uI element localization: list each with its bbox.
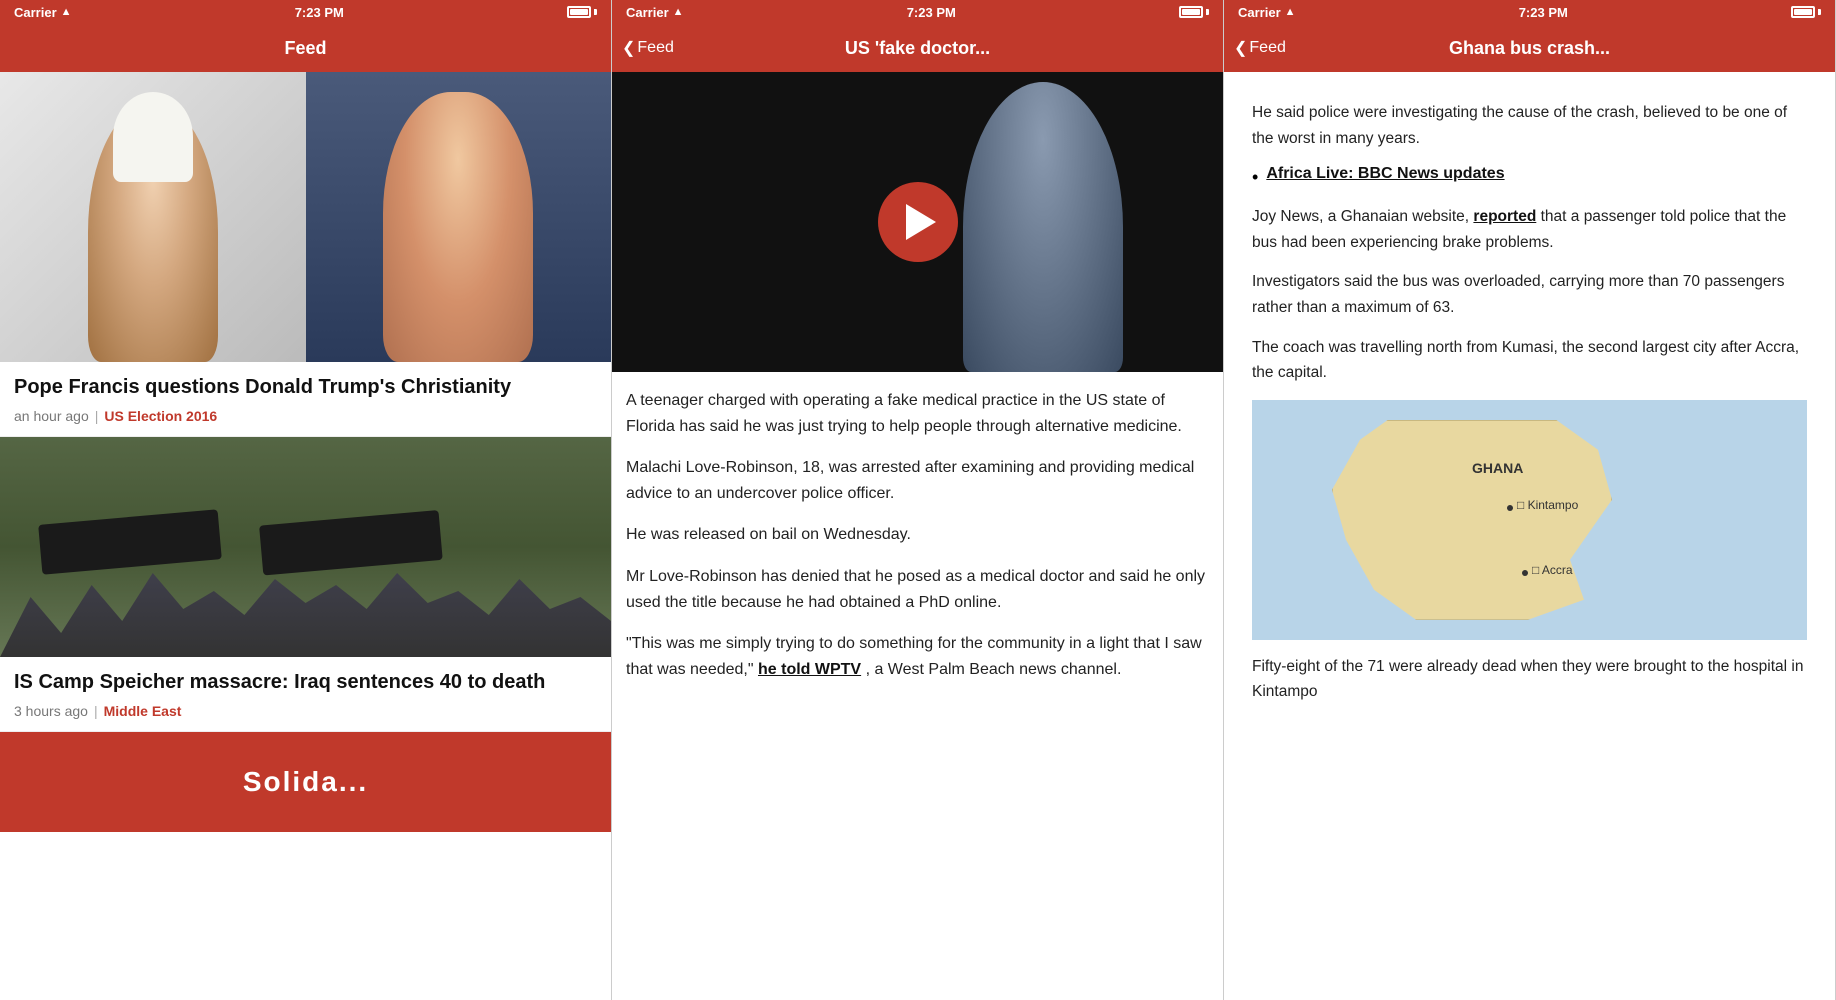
chevron-left-icon-ghana: ❮ — [1234, 38, 1247, 58]
article-headline-iraq: IS Camp Speicher massacre: Iraq sentence… — [14, 669, 597, 695]
status-bar-1: Carrier ▲ 7:23 PM — [0, 0, 611, 24]
battery-icon-3 — [1791, 6, 1815, 18]
bullet-africa-live: • Africa Live: BBC News updates — [1252, 165, 1807, 190]
solidarity-text: Solida... — [243, 766, 368, 798]
article-time-pope: an hour ago — [14, 408, 89, 424]
nav-title-feed: Feed — [284, 38, 326, 59]
back-label-ghana: Feed — [1249, 39, 1285, 57]
paragraph-3: He was released on bail on Wednesday. — [626, 522, 1209, 548]
news-item-pope[interactable]: Pope Francis questions Donald Trump's Ch… — [0, 362, 611, 437]
back-button-ghana[interactable]: ❮ Feed — [1234, 38, 1286, 58]
news-item-iraq[interactable]: IS Camp Speicher massacre: Iraq sentence… — [0, 657, 611, 732]
status-bar-3: Carrier ▲ 7:23 PM — [1224, 0, 1835, 24]
ghana-article-content[interactable]: He said police were investigating the ca… — [1224, 72, 1835, 1000]
hero-images[interactable] — [0, 72, 611, 362]
nav-bar-ghana: ❮ Feed Ghana bus crash... — [1224, 24, 1835, 72]
nav-bar-feed: Feed — [0, 24, 611, 72]
paragraph-1: A teenager charged with operating a fake… — [626, 388, 1209, 439]
map-label-accra: □ Accra — [1532, 563, 1573, 577]
chevron-left-icon: ❮ — [622, 38, 635, 58]
panel-article-ghana: Carrier ▲ 7:23 PM ❮ Feed Ghana bus crash… — [1224, 0, 1836, 1000]
paragraph-5: "This was me simply trying to do somethi… — [626, 631, 1209, 682]
solidarity-banner[interactable]: Solida... — [0, 732, 611, 832]
feed-content[interactable]: Pope Francis questions Donald Trump's Ch… — [0, 72, 611, 1000]
ghana-para-2: Joy News, a Ghanaian website, reported t… — [1252, 204, 1807, 255]
battery-cap-1 — [594, 9, 597, 15]
status-bar-2: Carrier ▲ 7:23 PM — [612, 0, 1223, 24]
ghana-map: GHANA □ Kintampo □ Accra — [1252, 400, 1807, 640]
back-button-doctor[interactable]: ❮ Feed — [622, 38, 674, 58]
carrier-label-2: Carrier — [626, 5, 669, 20]
reported-link[interactable]: reported — [1473, 208, 1536, 225]
ghana-map-shape — [1332, 420, 1612, 620]
nav-title-ghana: Ghana bus crash... — [1449, 38, 1610, 59]
battery-icon-2 — [1179, 6, 1203, 18]
accra-dot — [1522, 570, 1528, 576]
battery-cap-2 — [1206, 9, 1209, 15]
trump-photo — [306, 72, 612, 362]
divider-pope: | — [95, 408, 99, 424]
ghana-para-4: The coach was travelling north from Kuma… — [1252, 335, 1807, 386]
time-3: 7:23 PM — [1519, 5, 1568, 20]
pope-photo — [0, 72, 306, 362]
article-meta-iraq: 3 hours ago | Middle East — [14, 703, 597, 719]
wifi-icon-2: ▲ — [673, 6, 684, 18]
battery-container-1 — [567, 6, 597, 18]
time-2: 7:23 PM — [907, 5, 956, 20]
trump-image[interactable] — [306, 72, 612, 362]
article-meta-pope: an hour ago | US Election 2016 — [14, 408, 597, 424]
wifi-icon-1: ▲ — [61, 6, 72, 18]
carrier-label-1: Carrier — [14, 5, 57, 20]
map-label-ghana: GHANA — [1472, 460, 1523, 476]
ghana-para-5: Fifty-eight of the 71 were already dead … — [1252, 654, 1807, 705]
wifi-icon-3: ▲ — [1285, 6, 1296, 18]
back-label-doctor: Feed — [637, 39, 673, 57]
ghana-para-3: Investigators said the bus was overloade… — [1252, 269, 1807, 320]
ghana-body: He said police were investigating the ca… — [1238, 86, 1821, 733]
video-thumbnail[interactable] — [612, 72, 1223, 372]
article-category-pope[interactable]: US Election 2016 — [104, 408, 217, 424]
carrier-1: Carrier ▲ — [14, 5, 72, 20]
nav-bar-doctor: ❮ Feed US 'fake doctor... — [612, 24, 1223, 72]
bullet-dot: • — [1252, 165, 1258, 190]
link-suffix: , a West Palm Beach news channel. — [866, 661, 1122, 678]
carrier-label-3: Carrier — [1238, 5, 1281, 20]
africa-live-link[interactable]: Africa Live: BBC News updates — [1266, 165, 1504, 183]
kintampo-dot — [1507, 505, 1513, 511]
nav-title-doctor: US 'fake doctor... — [845, 38, 990, 59]
article-category-iraq[interactable]: Middle East — [104, 703, 182, 719]
carrier-2: Carrier ▲ — [626, 5, 684, 20]
panel-article-doctor: Carrier ▲ 7:23 PM ❮ Feed US 'fake doctor… — [612, 0, 1224, 1000]
paragraph-2: Malachi Love-Robinson, 18, was arrested … — [626, 455, 1209, 506]
battery-container-2 — [1179, 6, 1209, 18]
article-headline-pope: Pope Francis questions Donald Trump's Ch… — [14, 374, 597, 400]
battery-container-3 — [1791, 6, 1821, 18]
battery-cap-3 — [1818, 9, 1821, 15]
map-label-kintampo: □ Kintampo — [1517, 498, 1578, 512]
wptv-link[interactable]: he told WPTV — [758, 661, 861, 678]
iraq-image[interactable] — [0, 437, 611, 657]
panel-feed: Carrier ▲ 7:23 PM Feed — [0, 0, 612, 1000]
article-body-doctor: A teenager charged with operating a fake… — [612, 372, 1223, 714]
pope-image[interactable] — [0, 72, 306, 362]
divider-iraq: | — [94, 703, 98, 719]
time-1: 7:23 PM — [295, 5, 344, 20]
doctor-article-content[interactable]: A teenager charged with operating a fake… — [612, 72, 1223, 1000]
carrier-3: Carrier ▲ — [1238, 5, 1296, 20]
ghana-para-1: He said police were investigating the ca… — [1252, 100, 1807, 151]
article-time-iraq: 3 hours ago — [14, 703, 88, 719]
battery-icon-1 — [567, 6, 591, 18]
play-button[interactable] — [878, 182, 958, 262]
paragraph-4: Mr Love-Robinson has denied that he pose… — [626, 564, 1209, 615]
